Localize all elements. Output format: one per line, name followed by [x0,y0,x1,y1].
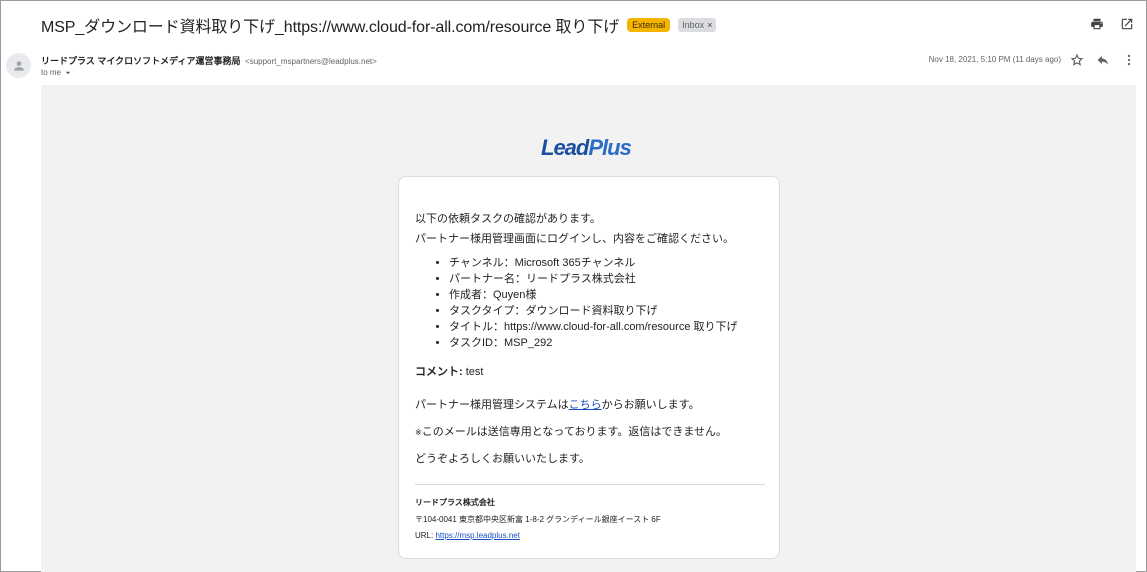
reply-icon[interactable] [1093,50,1113,70]
comment-value: test [462,366,484,378]
footer-address: 〒104-0041 東京都中央区新富 1-8-2 グランディール銀座イースト 6… [415,515,661,524]
footer-divider [415,484,765,485]
remove-label-icon[interactable]: × [707,20,712,30]
task-details-list: チャンネル：Microsoft 365チャンネル パートナー名：リードプラス株式… [449,255,765,351]
sender-info: リードプラス マイクロソフトメディア運営事務局 <support_mspartn… [41,54,377,67]
caret-down-icon [65,71,71,74]
intro-line-2: パートナー様用管理画面にログインし、内容をご確認ください。 [415,233,734,245]
comment-line: コメント: test [415,362,765,382]
logo-text-lead: Lead [541,135,589,160]
thread-actions [1087,14,1137,34]
system-text-before: パートナー様用管理システムは [415,399,569,411]
list-item: タスクタイプ：ダウンロード資料取り下げ [449,303,765,319]
footer-url-line: URL: https://msp.leadplus.net [415,528,765,544]
footer-company: リードプラス株式会社 [415,498,495,507]
notice-line: ※このメールは送信専用となっております。返信はできません。 [415,422,765,443]
message-content: 以下の依頼タスクの確認があります。 パートナー様用管理画面にログインし、内容をご… [415,209,765,544]
message-card: 以下の依頼タスクの確認があります。 パートナー様用管理画面にログインし、内容をご… [398,176,780,559]
list-item: チャンネル：Microsoft 365チャンネル [449,255,765,271]
leadplus-logo: LeadPlus [541,135,632,160]
signature-footer: リードプラス株式会社 〒104-0041 東京都中央区新富 1-8-2 グランデ… [415,494,765,544]
list-item: 作成者：Quyen様 [449,287,765,303]
external-label[interactable]: External [627,18,671,32]
list-item: パートナー名：リードプラス株式会社 [449,271,765,287]
star-icon[interactable] [1067,50,1087,70]
notice-mark: ※ [415,428,422,437]
subject-row: MSP_ダウンロード資料取り下げ_https://www.cloud-for-a… [41,14,717,36]
recipient-label: to me [41,68,62,77]
sender-email: <support_mspartners@leadplus.net> [245,57,377,66]
print-icon[interactable] [1087,14,1107,34]
open-in-new-icon[interactable] [1117,14,1137,34]
footer-url-label: URL: [415,531,436,540]
system-text-after: からお願いします。 [601,399,700,411]
logo-text-plus: Plus [588,135,631,160]
sender-name[interactable]: リードプラス マイクロソフトメディア運営事務局 [41,56,241,66]
email-date: Nov 18, 2021, 5:10 PM (11 days ago) [928,55,1061,64]
inbox-label-text: Inbox [682,20,705,30]
email-subject: MSP_ダウンロード資料取り下げ_https://www.cloud-for-a… [41,19,620,36]
list-item: タスクID：MSP_292 [449,335,765,351]
intro-line-1: 以下の依頼タスクの確認があります。 [415,213,601,225]
closing-line: どうぞよろしくお願いいたします。 [415,453,590,465]
message-actions [1067,50,1139,70]
system-line: パートナー様用管理システムはこちらからお願いします。 [415,395,765,415]
sender-avatar[interactable] [6,53,31,78]
list-item: タイトル：https://www.cloud-for-all.com/resou… [449,319,765,335]
inbox-label[interactable]: Inbox × [678,18,717,32]
person-icon [13,60,24,71]
recipient-details-toggle[interactable]: to me [41,68,72,77]
system-link[interactable]: こちら [569,399,602,411]
notice-text: このメールは送信専用となっております。返信はできません。 [421,426,728,438]
comment-label: コメント: [415,366,463,378]
footer-url-link[interactable]: https://msp.leadplus.net [435,531,520,540]
more-vert-icon[interactable] [1119,50,1139,70]
